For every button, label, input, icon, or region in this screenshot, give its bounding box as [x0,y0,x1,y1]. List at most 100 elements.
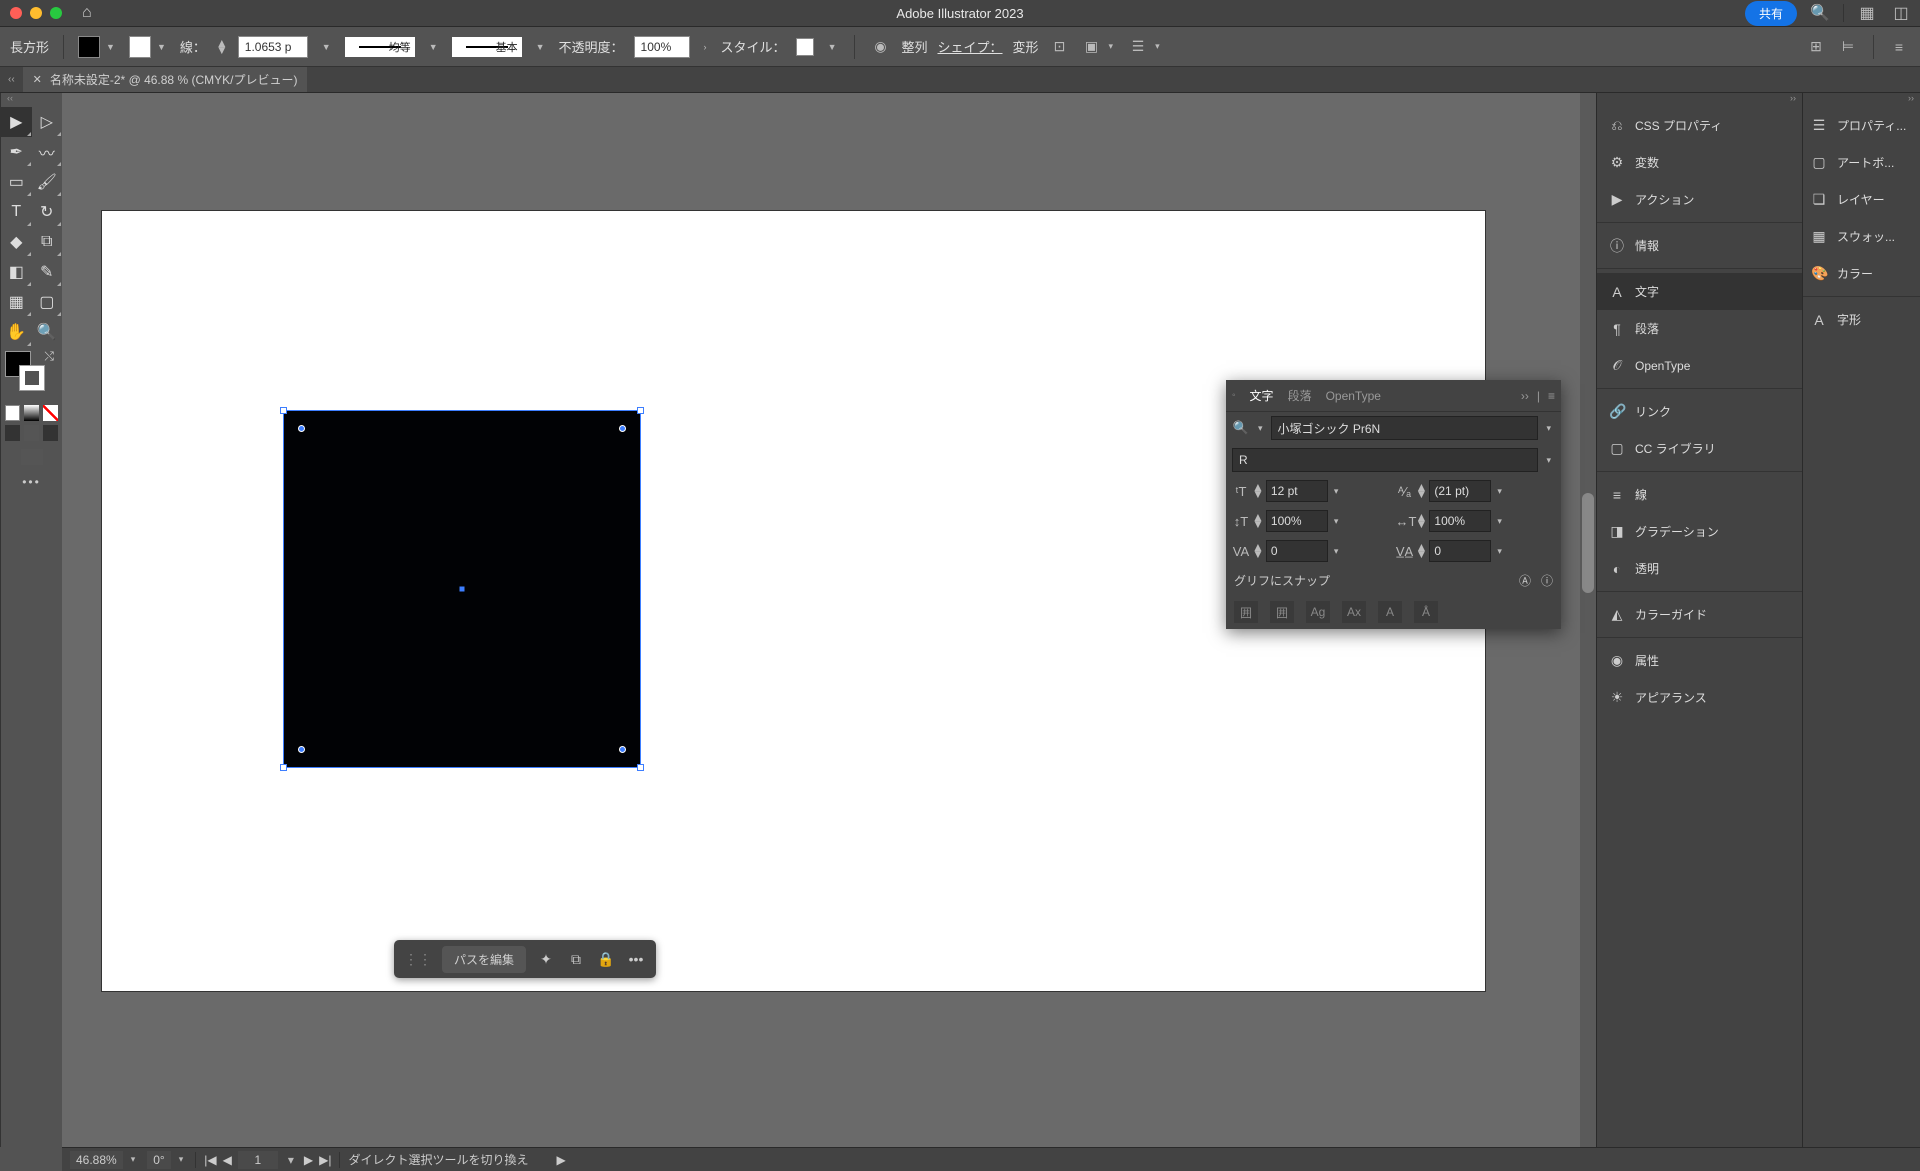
font-size-input[interactable] [1266,480,1328,502]
glyph-snap-option-3[interactable]: Ag [1306,601,1330,623]
width-tool[interactable]: ⧉ [32,227,63,257]
stroke-profile-dropdown[interactable]: 均等 [345,37,415,57]
artboard-tool[interactable]: ▢ [32,287,63,317]
sidebar-item-colorguide[interactable]: ◭カラーガイド [1597,596,1802,633]
chevron-down-icon[interactable]: ▼ [425,42,442,52]
more-icon[interactable]: ••• [626,951,646,967]
stroke-color-swatch[interactable] [19,365,45,391]
glyph-bounds-icon[interactable]: Ⓐ [1519,572,1531,589]
chevron-down-icon[interactable]: ▾ [1493,546,1506,557]
stroke-swatch[interactable] [129,36,151,58]
sidebar-item-character[interactable]: A文字 [1597,273,1802,310]
glyph-snap-option-2[interactable]: 囲 [1270,601,1294,623]
sidebar-item-actions[interactable]: ▶アクション [1597,181,1802,218]
chevron-down-icon[interactable]: ▾ [1330,546,1343,557]
share-button[interactable]: 共有 [1745,1,1797,26]
selected-rectangle[interactable] [284,411,640,767]
collapse-panel-icon[interactable]: ›› [1597,93,1802,107]
sidebar-item-transparency[interactable]: ◐透明 [1597,550,1802,587]
sidebar-item-opentype[interactable]: 𝒪OpenType [1597,347,1802,384]
sidebar-item-css[interactable]: ⎌CSS プロパティ [1597,107,1802,144]
hscale-stepper[interactable]: ▲▼ [1416,514,1428,528]
selection-tool[interactable]: ▶ [1,107,32,137]
chevron-right-icon[interactable]: › [700,42,711,52]
sidebar-item-properties[interactable]: ☰プロパティ... [1803,107,1920,144]
chevron-down-icon[interactable]: ▾ [175,1154,188,1165]
sidebar-item-glyphs[interactable]: A字形 [1803,301,1920,338]
zoom-tool[interactable]: 🔍 [32,317,63,347]
zoom-level[interactable]: 46.88% [70,1151,123,1169]
type-tool[interactable]: T [1,197,32,227]
chevron-down-icon[interactable]: ▼ [532,42,549,52]
collapse-panel-icon[interactable]: ›› [1803,93,1920,107]
chevron-down-icon[interactable]: ▾ [1493,486,1506,497]
chevron-down-icon[interactable]: ▾ [1542,455,1555,466]
sidebar-item-info[interactable]: ⓘ情報 [1597,227,1802,264]
isolate-icon[interactable]: ⊡ [1049,38,1071,55]
generate-icon[interactable]: ✦ [536,951,556,968]
sidebar-item-appearance[interactable]: ☀アピアランス [1597,679,1802,716]
sidebar-item-links[interactable]: 🔗リンク [1597,393,1802,430]
tracking-input[interactable] [1429,540,1491,562]
sidebar-item-libraries[interactable]: ▢CC ライブラリ [1597,430,1802,467]
drag-handle-icon[interactable]: ⋮⋮ [404,951,432,968]
hand-tool[interactable]: ✋ [1,317,32,347]
sidebar-item-gradient[interactable]: ◨グラデーション [1597,513,1802,550]
chevron-down-icon[interactable]: ▾ [1254,423,1267,434]
collapse-left-icon[interactable]: ‹‹ [0,74,23,85]
vscale-stepper[interactable]: ▲▼ [1252,514,1264,528]
sidebar-item-color[interactable]: 🎨カラー [1803,255,1920,292]
last-artboard-icon[interactable]: ▶| [319,1153,331,1167]
recolor-icon[interactable]: ◉ [869,38,891,55]
sidebar-item-paragraph[interactable]: ¶段落 [1597,310,1802,347]
close-window-button[interactable] [10,7,22,19]
sidebar-item-attributes[interactable]: ◉属性 [1597,642,1802,679]
transform-link[interactable]: 変形 [1013,37,1039,56]
maximize-window-button[interactable] [50,7,62,19]
color-mode-icon[interactable] [5,405,20,421]
hscale-input[interactable] [1429,510,1491,532]
lock-icon[interactable]: 🔒 [596,951,616,968]
edit-path-button[interactable]: パスを編集 [442,946,526,973]
draw-normal-icon[interactable] [5,425,20,441]
panel-menu-icon[interactable]: ≡ [1548,389,1555,403]
curvature-tool[interactable]: 〰 [32,137,63,167]
shape-builder-tool[interactable]: ◆ [1,227,32,257]
none-mode-icon[interactable] [43,405,58,421]
stroke-width-stepper[interactable]: ▲▼ [216,40,228,54]
artboard-number[interactable]: 1 [238,1151,278,1169]
glyph-snap-option-1[interactable]: 囲 [1234,601,1258,623]
tab-paragraph[interactable]: 段落 [1288,387,1312,404]
opacity-input[interactable] [634,36,690,58]
rectangle-tool[interactable]: ▭ [1,167,32,197]
chevron-down-icon[interactable]: ▾ [284,1153,298,1167]
toolbox-collapse-icon[interactable]: ‹‹ [1,93,62,107]
swap-fill-stroke-icon[interactable]: ⤭ [44,349,54,364]
sidebar-item-stroke[interactable]: ≡線 [1597,476,1802,513]
font-family-input[interactable] [1271,416,1539,440]
glyph-snap-option-4[interactable]: Ax [1342,601,1366,623]
chevron-down-icon[interactable]: ▼ [318,42,335,52]
pen-tool[interactable]: ✒ [1,137,32,167]
brush-definition-dropdown[interactable]: 基本 [452,37,522,57]
chevron-down-icon[interactable]: ▾ [1151,41,1164,52]
eraser-tool[interactable]: ◧ [1,257,32,287]
edit-toolbar-icon[interactable]: ••• [1,467,62,497]
vertical-scrollbar[interactable] [1580,93,1596,1147]
chevron-down-icon[interactable]: ▼ [102,42,119,52]
document-tab[interactable]: ✕ 名称未設定-2* @ 46.88 % (CMYK/プレビュー) [23,67,308,92]
ungroup-icon[interactable]: ⧉ [566,951,586,968]
search-icon[interactable]: 🔍 [1809,3,1831,23]
stroke-width-input[interactable] [238,36,308,58]
draw-inside-icon[interactable] [43,425,58,441]
close-tab-icon[interactable]: ✕ [33,73,42,86]
fill-stroke-control[interactable]: ⤭ [1,347,62,403]
chevron-down-icon[interactable]: ▾ [1542,423,1555,434]
panel-menu-icon[interactable]: ≡ [1888,39,1910,55]
font-size-stepper[interactable]: ▲▼ [1252,484,1264,498]
sidebar-item-variables[interactable]: ⚙変数 [1597,144,1802,181]
vscale-input[interactable] [1266,510,1328,532]
chevron-down-icon[interactable]: ▾ [127,1154,140,1165]
tracking-stepper[interactable]: ▲▼ [1416,544,1428,558]
screen-mode-icon[interactable] [21,449,43,465]
